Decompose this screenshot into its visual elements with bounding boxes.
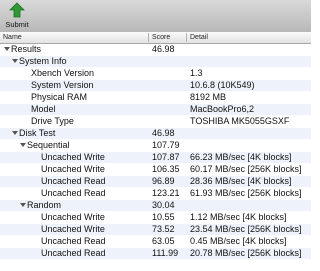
column-header-score[interactable]: Score [152,32,170,43]
row-name: Uncached Read [41,188,106,198]
row-detail: 61.93 MB/sec [256K blocks] [190,188,302,198]
row-detail: 66.23 MB/sec [4K blocks] [190,152,292,162]
row-score: 111.99 [152,248,179,258]
table-row[interactable]: Uncached Write 106.35 60.17 MB/sec [256K… [0,164,311,175]
column-divider[interactable] [148,33,149,42]
row-name: Uncached Read [41,248,106,258]
row-score: 63.05 [152,236,175,246]
row-detail: 23.54 MB/sec [256K blocks] [190,224,302,234]
table-row[interactable]: Uncached Write 107.87 66.23 MB/sec [4K b… [0,152,311,163]
table-row[interactable]: Uncached Write 73.52 23.54 MB/sec [256K … [0,224,311,235]
row-name: Uncached Write [41,212,105,222]
table-row[interactable]: Uncached Read 96.89 28.36 MB/sec [4K blo… [0,176,311,187]
row-score: 106.35 [152,164,180,174]
table-row[interactable]: Physical RAM 8192 MB [0,92,311,103]
row-detail: 0.45 MB/sec [4K blocks] [190,236,287,246]
row-score: 107.87 [152,152,180,162]
row-name: Uncached Write [41,152,105,162]
table-row[interactable]: Uncached Read 63.05 0.45 MB/sec [4K bloc… [0,236,311,247]
row-score: 30.04 [152,200,175,210]
row-score: 10.55 [152,212,175,222]
row-score: 107.79 [152,140,180,150]
row-detail: MacBookPro6,2 [190,104,255,114]
green-upload-arrow-icon [9,2,25,18]
disclosure-triangle-icon[interactable] [12,131,18,135]
results-outline: Results 46.98 System Info Xbench Version… [0,44,311,271]
row-name: Physical RAM [31,92,88,102]
column-divider[interactable] [186,33,187,42]
disclosure-triangle-icon[interactable] [20,143,26,147]
row-name: Uncached Write [41,224,105,234]
table-row[interactable]: System Info [0,56,311,67]
column-header-detail[interactable]: Detail [190,32,208,43]
column-header-name[interactable]: Name [3,32,22,43]
toolbar: Submit [0,0,311,33]
table-row[interactable]: Uncached Write 10.55 1.12 MB/sec [4K blo… [0,212,311,223]
row-name: Random [27,200,62,210]
row-name: Uncached Read [41,236,106,246]
row-score: 46.98 [152,128,175,138]
row-detail: 28.36 MB/sec [4K blocks] [190,176,292,186]
row-detail: 8192 MB [190,92,227,102]
row-detail: TOSHIBA MK5055GSXF [190,116,290,126]
row-name: Xbench Version [31,68,95,78]
submit-label: Submit [5,20,29,29]
table-row[interactable]: Results 46.98 [0,44,311,55]
table-row[interactable]: Model MacBookPro6,2 [0,104,311,115]
table-row[interactable]: System Version 10.6.8 (10K549) [0,80,311,91]
row-detail: 60.17 MB/sec [256K blocks] [190,164,302,174]
row-name: Model [31,104,56,114]
row-name: Uncached Write [41,164,105,174]
table-header: Name Score Detail [0,32,311,44]
submit-button[interactable]: Submit [2,1,32,31]
row-score: 73.52 [152,224,175,234]
row-score: 96.89 [152,176,175,186]
disclosure-triangle-icon[interactable] [20,203,26,207]
row-detail: 10.6.8 (10K549) [190,80,255,90]
disclosure-triangle-icon[interactable] [4,47,10,51]
row-name: Results [11,44,42,54]
row-detail: 1.12 MB/sec [4K blocks] [190,212,287,222]
table-row[interactable]: Sequential 107.79 [0,140,311,151]
row-name: System Info [19,56,67,66]
row-name: Uncached Read [41,176,106,186]
row-name: Sequential [27,140,70,150]
disclosure-triangle-icon[interactable] [12,59,18,63]
row-detail: 1.3 [190,68,203,78]
table-row[interactable]: Uncached Read 123.21 61.93 MB/sec [256K … [0,188,311,199]
row-name: System Version [31,80,94,90]
row-score: 123.21 [152,188,180,198]
table-row[interactable]: Uncached Read 111.99 20.78 MB/sec [256K … [0,248,311,259]
table-row[interactable]: Disk Test 46.98 [0,128,311,139]
row-score: 46.98 [152,44,175,54]
table-row[interactable]: Xbench Version 1.3 [0,68,311,79]
row-detail: 20.78 MB/sec [256K blocks] [190,248,302,258]
table-row[interactable]: Drive Type TOSHIBA MK5055GSXF [0,116,311,127]
table-row[interactable]: Random 30.04 [0,200,311,211]
row-name: Disk Test [19,128,56,138]
row-name: Drive Type [31,116,74,126]
